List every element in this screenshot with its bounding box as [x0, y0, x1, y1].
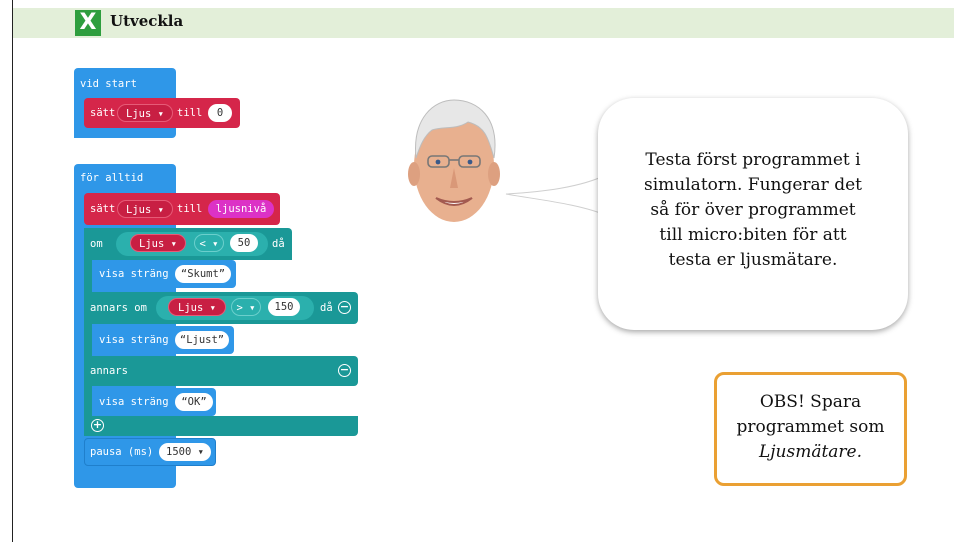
- caret-down-icon: ▾: [197, 446, 204, 458]
- minus-circle-icon[interactable]: −: [338, 364, 351, 377]
- speech-line: Testa först programmet i: [645, 150, 861, 170]
- minus-circle-icon[interactable]: −: [338, 301, 351, 314]
- notice-text: OBS! Spara programmet som Ljusmätare.: [717, 390, 904, 465]
- pause-value: 1500: [166, 446, 192, 458]
- variable-dropdown[interactable]: Ljus ▾: [117, 200, 173, 218]
- notice-line: OBS! Spara: [759, 392, 862, 412]
- if-else-spine: [84, 228, 92, 436]
- set-keyword: sätt: [90, 203, 116, 215]
- pause-label: pausa (ms): [90, 446, 154, 458]
- variable-dropdown[interactable]: Ljus ▾: [168, 298, 226, 316]
- variable-name: Ljus: [126, 108, 152, 120]
- if-else-footer[interactable]: [84, 416, 358, 436]
- caret-down-icon: ▾: [157, 108, 164, 120]
- else-keyword: annars: [90, 365, 128, 377]
- variable-dropdown[interactable]: Ljus ▾: [130, 234, 186, 252]
- caret-down-icon: ▾: [249, 302, 256, 314]
- operator-dropdown-lt[interactable]: < ▾: [194, 234, 224, 252]
- forever-label: för alltid: [80, 172, 144, 184]
- string-value: Skumt: [187, 268, 219, 280]
- operator-dropdown-gt[interactable]: > ▾: [231, 298, 261, 316]
- show-string-label: visa sträng: [99, 268, 169, 280]
- if-keyword: om: [90, 238, 103, 250]
- show-string-label: visa sträng: [99, 334, 169, 346]
- till-keyword: till: [177, 107, 203, 119]
- variable-dropdown[interactable]: Ljus ▾: [117, 104, 173, 122]
- on-start-label: vid start: [80, 78, 137, 90]
- caret-down-icon: ▾: [157, 204, 164, 216]
- then-keyword: då: [272, 238, 285, 250]
- caret-down-icon: ▾: [212, 238, 219, 250]
- caret-down-icon: ▾: [170, 238, 177, 250]
- threshold-input-150[interactable]: 150: [268, 298, 300, 316]
- operator-symbol: >: [236, 302, 243, 314]
- speech-line: testa er ljusmätare.: [668, 250, 838, 270]
- plus-circle-icon[interactable]: +: [91, 419, 104, 432]
- operator-symbol: <: [199, 238, 206, 250]
- string-input-ok[interactable]: “OK”: [175, 393, 213, 411]
- pause-value-dropdown[interactable]: 1500 ▾: [159, 443, 211, 461]
- variable-name: Ljus: [178, 302, 204, 314]
- set-keyword: sätt: [90, 107, 116, 119]
- show-string-label: visa sträng: [99, 396, 169, 408]
- variable-name: Ljus: [139, 238, 165, 250]
- string-value: Ljust: [186, 334, 218, 346]
- notice-filename: Ljusmätare.: [758, 442, 863, 462]
- string-value: OK: [187, 396, 201, 408]
- presenter-face-illustration: [408, 99, 500, 222]
- variable-name: Ljus: [126, 204, 152, 216]
- speech-bubble-tail: [505, 173, 609, 217]
- string-input-ljust[interactable]: “Ljust”: [175, 331, 229, 349]
- speech-line: simulatorn. Fungerar det: [644, 175, 862, 195]
- start-value-input[interactable]: 0: [208, 104, 232, 122]
- speech-line: till micro:biten för att: [659, 225, 847, 245]
- then-keyword: då: [320, 302, 333, 314]
- x-logo-icon: X: [75, 10, 101, 36]
- light-level-reporter[interactable]: ljusnivå: [208, 200, 274, 218]
- speech-text: Testa först programmet i simulatorn. Fun…: [620, 148, 886, 273]
- section-title: Utveckla: [110, 12, 184, 30]
- till-keyword: till: [177, 203, 203, 215]
- string-input-skumt[interactable]: “Skumt”: [175, 265, 231, 283]
- speech-line: så för över programmet: [650, 200, 856, 220]
- caret-down-icon: ▾: [209, 302, 216, 314]
- notice-line: programmet som: [736, 417, 885, 437]
- else-if-keyword: annars om: [90, 302, 147, 314]
- threshold-input-50[interactable]: 50: [230, 234, 258, 252]
